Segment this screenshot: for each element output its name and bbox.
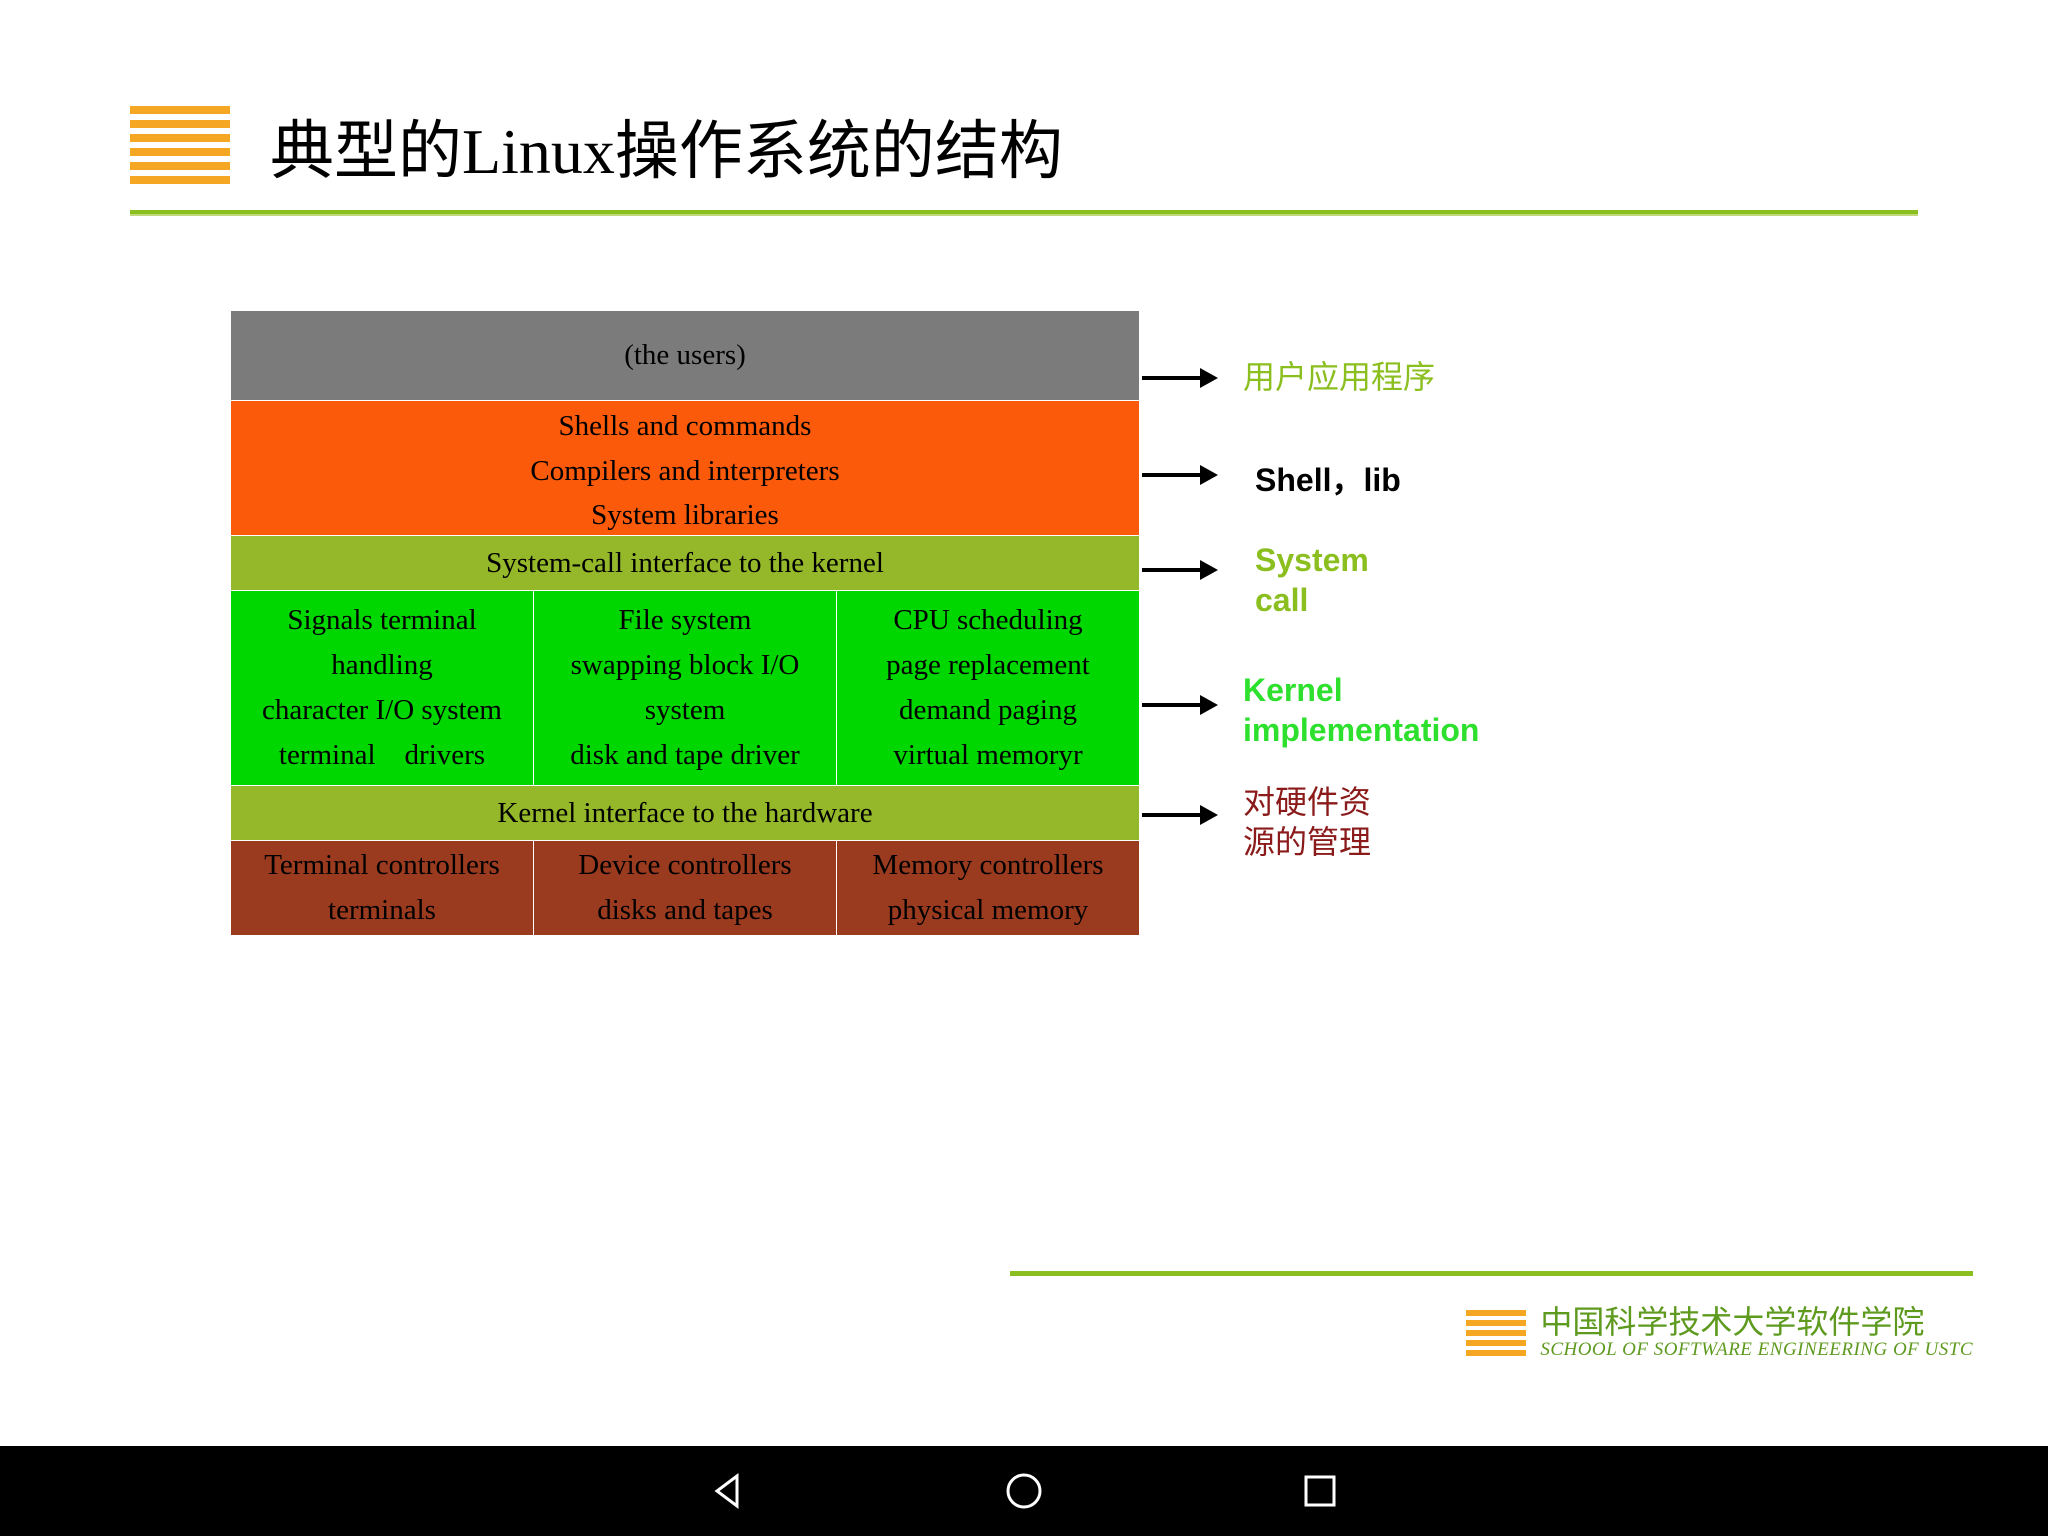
circle-home-icon — [1003, 1470, 1045, 1512]
layer-users-text: (the users) — [231, 333, 1139, 378]
label-kernel-l1: Kernel — [1243, 672, 1343, 708]
layer-hwinterface-text: Kernel interface to the hardware — [231, 791, 1139, 836]
slide-title: 典型的Linux操作系统的结构 — [270, 100, 1063, 192]
layer-diagram: (the users) Shells and commands Compiler… — [230, 310, 1140, 937]
label-syscall-l2: call — [1255, 582, 1308, 618]
hw-col1: Terminal controllers terminals — [231, 841, 534, 935]
logo-icon — [130, 106, 230, 186]
hw-c3-l2: physical memory — [839, 888, 1137, 933]
arrow-icon — [1142, 560, 1218, 580]
label-syscall-l1: System — [1255, 542, 1369, 578]
arrow-icon — [1142, 465, 1218, 485]
layer-users: (the users) — [231, 311, 1139, 401]
layer-kernel: Signals terminal handling character I/O … — [231, 591, 1139, 786]
footer: 中国科学技术大学软件学院 SCHOOL OF SOFTWARE ENGINEER… — [1466, 1305, 1973, 1361]
hw-col3: Memory controllers physical memory — [837, 841, 1139, 935]
title-underline — [130, 210, 1918, 216]
slide-header: 典型的Linux操作系统的结构 — [130, 100, 1978, 192]
kernel-col2: File system swapping block I/O system di… — [534, 591, 837, 785]
hw-c3-l1: Memory controllers — [839, 843, 1137, 888]
layer-syscall-text: System-call interface to the kernel — [231, 541, 1139, 586]
label-hw-l2: 源的管理 — [1243, 824, 1371, 860]
label-user-app: 用户应用程序 — [1243, 357, 1435, 397]
kernel-c1-l2: handling — [233, 643, 531, 688]
kernel-c2-l3: system — [536, 688, 834, 733]
label-kernel-impl: Kernel implementation — [1243, 670, 1479, 750]
layer-shell-l2: Compilers and interpreters — [231, 449, 1139, 494]
layer-syscall: System-call interface to the kernel — [231, 536, 1139, 591]
back-button[interactable] — [705, 1468, 751, 1514]
slide-content: (the users) Shells and commands Compiler… — [230, 310, 1830, 937]
layer-hardware: Terminal controllers terminals Device co… — [231, 841, 1139, 936]
footer-underline — [1010, 1271, 1973, 1276]
hw-c1-l1: Terminal controllers — [233, 843, 531, 888]
label-shell-lib: Shell，lib — [1255, 460, 1401, 500]
layer-shell-l1: Shells and commands — [231, 404, 1139, 449]
footer-en: SCHOOL OF SOFTWARE ENGINEERING OF USTC — [1540, 1340, 1973, 1361]
footer-text: 中国科学技术大学软件学院 SCHOOL OF SOFTWARE ENGINEER… — [1540, 1305, 1973, 1361]
label-system-call: System call — [1255, 540, 1369, 620]
hw-c2-l1: Device controllers — [536, 843, 834, 888]
annotations: 用户应用程序 Shell，lib System call Kernel impl… — [1140, 310, 1830, 937]
kernel-col3: CPU scheduling page replacement demand p… — [837, 591, 1139, 785]
label-hw-mgmt: 对硬件资 源的管理 — [1243, 782, 1371, 862]
kernel-c3-l3: demand paging — [839, 688, 1137, 733]
kernel-c3-l1: CPU scheduling — [839, 598, 1137, 643]
kernel-c1-l4: terminal drivers — [233, 733, 531, 778]
recent-apps-button[interactable] — [1297, 1468, 1343, 1514]
arrow-icon — [1142, 368, 1218, 388]
kernel-c3-l4: virtual memoryr — [839, 733, 1137, 778]
slide: 典型的Linux操作系统的结构 (the users) Shells and c… — [0, 0, 2048, 1446]
hw-col2: Device controllers disks and tapes — [534, 841, 837, 935]
layer-hwinterface: Kernel interface to the hardware — [231, 786, 1139, 841]
kernel-c1-l3: character I/O system — [233, 688, 531, 733]
kernel-c3-l2: page replacement — [839, 643, 1137, 688]
home-button[interactable] — [1001, 1468, 1047, 1514]
square-recent-icon — [1301, 1472, 1339, 1510]
layer-shell: Shells and commands Compilers and interp… — [231, 401, 1139, 536]
android-navbar — [0, 1446, 2048, 1536]
arrow-icon — [1142, 695, 1218, 715]
kernel-c2-l2: swapping block I/O — [536, 643, 834, 688]
logo-icon — [1466, 1310, 1526, 1356]
label-kernel-l2: implementation — [1243, 712, 1479, 748]
kernel-c2-l1: File system — [536, 598, 834, 643]
kernel-c1-l1: Signals terminal — [233, 598, 531, 643]
hw-c2-l2: disks and tapes — [536, 888, 834, 933]
kernel-col1: Signals terminal handling character I/O … — [231, 591, 534, 785]
hw-c1-l2: terminals — [233, 888, 531, 933]
triangle-back-icon — [707, 1470, 749, 1512]
footer-cn: 中国科学技术大学软件学院 — [1540, 1305, 1973, 1340]
label-hw-l1: 对硬件资 — [1243, 784, 1371, 820]
layer-shell-l3: System libraries — [231, 493, 1139, 538]
kernel-c2-l4: disk and tape driver — [536, 733, 834, 778]
arrow-icon — [1142, 805, 1218, 825]
